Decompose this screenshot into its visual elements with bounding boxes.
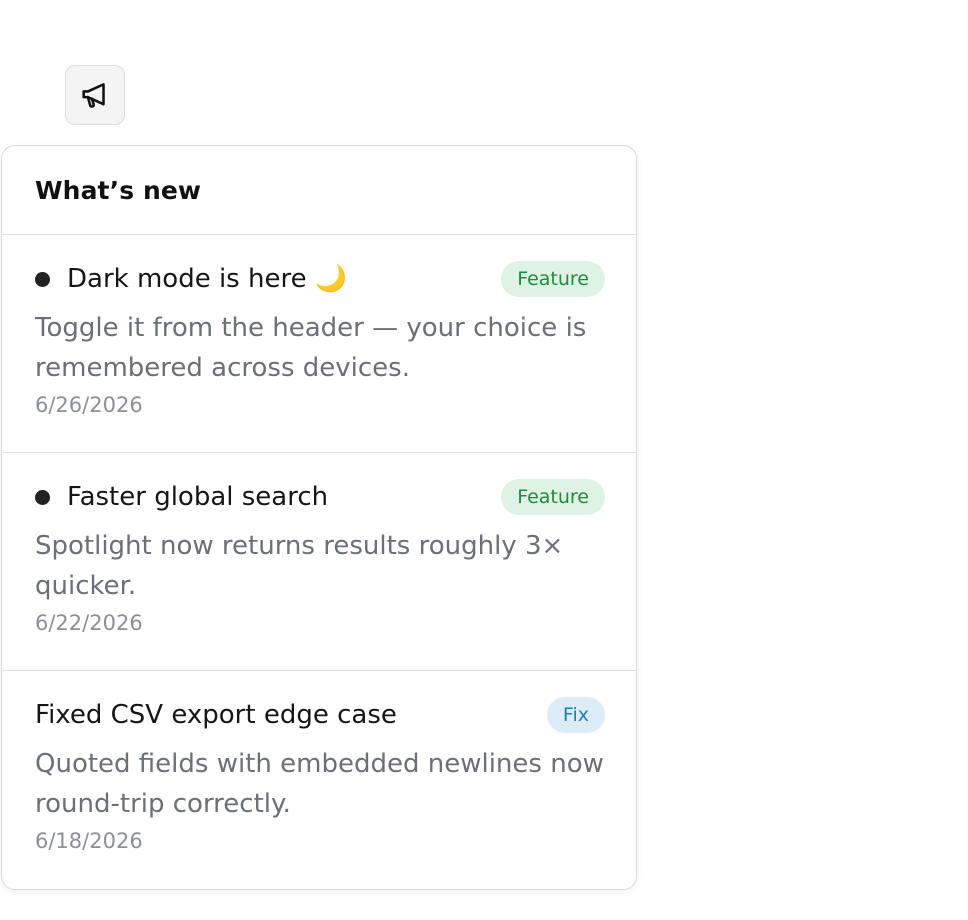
announcement-title: Faster global search: [67, 482, 329, 512]
unread-indicator: [35, 271, 50, 287]
announcement-description: Quoted fields with embedded newlines now…: [35, 749, 604, 819]
feature-badge: Feature: [501, 479, 605, 515]
whats-new-panel: What’s new Dark mode is here 🌙 Feature T…: [1, 145, 637, 890]
announcement-date: 6/26/2026: [35, 393, 143, 417]
announcement-title: Dark mode is here 🌙: [67, 264, 348, 294]
announcement-title: Fixed CSV export edge case: [35, 700, 397, 730]
announcement-header: Dark mode is here 🌙 Feature: [35, 261, 605, 297]
unread-indicator: [35, 489, 50, 505]
announcement-description: Spotlight now returns results roughly 3×…: [35, 531, 564, 601]
megaphone-icon: [82, 83, 105, 108]
panel-header: What’s new: [2, 146, 636, 235]
feature-badge: Feature: [501, 261, 605, 297]
announcement-header: Fixed CSV export edge case Fix: [35, 697, 605, 733]
announcement-description: Toggle it from the header — your choice …: [35, 313, 587, 383]
announcements-button[interactable]: [65, 65, 125, 125]
fix-badge: Fix: [546, 697, 605, 733]
announcement-date: 6/18/2026: [35, 829, 143, 853]
announcement-item[interactable]: Fixed CSV export edge case Fix Quoted fi…: [2, 671, 636, 889]
announcement-item[interactable]: Dark mode is here 🌙 Feature Toggle it fr…: [2, 235, 636, 453]
page: What’s new Dark mode is here 🌙 Feature T…: [0, 0, 968, 920]
announcement-item[interactable]: Faster global search Feature Spotlight n…: [2, 453, 636, 671]
announcement-date: 6/22/2026: [35, 611, 143, 635]
panel-title: What’s new: [35, 175, 202, 205]
announcement-header: Faster global search Feature: [35, 479, 605, 515]
